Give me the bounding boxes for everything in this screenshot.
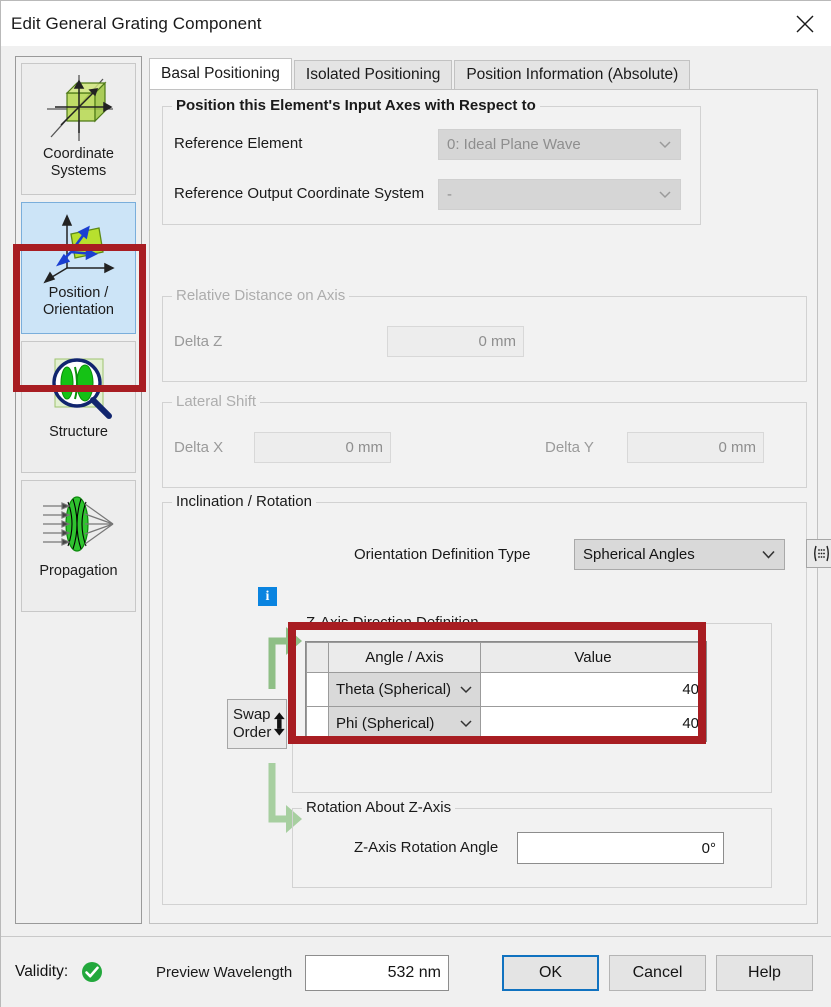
coordinate-systems-icon xyxy=(37,64,121,150)
tab-isolated-positioning[interactable]: Isolated Positioning xyxy=(293,60,453,89)
chevron-down-icon xyxy=(762,550,775,559)
sidebar-item-label: Propagation xyxy=(39,563,117,580)
tab-position-information-absolute[interactable]: Position Information (Absolute) xyxy=(454,60,691,89)
sidebar-item-propagation[interactable]: Propagation xyxy=(21,480,136,612)
chevron-down-icon xyxy=(460,685,472,693)
table-header-value: Value xyxy=(480,642,706,673)
row-selector-phi[interactable] xyxy=(306,706,329,741)
sidebar-item-label: Position / Orientation xyxy=(43,285,114,319)
orientation-definition-type-select[interactable]: Spherical Angles xyxy=(574,539,785,570)
close-icon xyxy=(796,15,813,32)
zaxis-rotation-angle-label: Z-Axis Rotation Angle xyxy=(354,839,499,856)
angle-axis-table: Angle / Axis Value Theta (Spherical) 40°… xyxy=(305,641,707,742)
delta-y-input[interactable]: 0 mm xyxy=(627,432,764,463)
table-row[interactable]: Theta (Spherical) 40° xyxy=(306,672,706,707)
relative-distance-legend: Relative Distance on Axis xyxy=(172,287,350,304)
preview-wavelength-input[interactable]: 532 nm xyxy=(305,955,449,991)
sidebar-item-structure[interactable]: Structure xyxy=(21,341,136,473)
zaxis-direction-definition-group: Z-Axis Direction Definition Angle / Axis… xyxy=(292,614,772,793)
reference-element-value: 0: Ideal Plane Wave xyxy=(447,136,581,153)
delta-x-input[interactable]: 0 mm xyxy=(254,432,391,463)
table-header-select xyxy=(306,642,329,673)
sidebar-label-line1: Structure xyxy=(49,424,108,440)
lateral-shift-group: Lateral Shift Delta X 0 mm Delta Y 0 mm xyxy=(162,393,807,488)
sidebar-label-line2: Systems xyxy=(50,163,107,179)
cancel-button[interactable]: Cancel xyxy=(609,955,706,991)
ok-button[interactable]: OK xyxy=(502,955,599,991)
inclination-rotation-legend: Inclination / Rotation xyxy=(172,493,316,510)
angle-axis-select-theta[interactable]: Theta (Spherical) xyxy=(328,672,481,707)
delta-z-input[interactable]: 0 mm xyxy=(387,326,524,357)
preview-wavelength-label: Preview Wavelength xyxy=(156,964,293,981)
validity-check-icon xyxy=(82,962,102,982)
rotation-about-zaxis-legend: Rotation About Z-Axis xyxy=(302,799,456,816)
tab-basal-positioning[interactable]: Basal Positioning xyxy=(149,58,292,89)
close-button[interactable] xyxy=(777,1,831,46)
swap-order-line2: Order xyxy=(233,724,272,741)
sidebar-label-line1: Propagation xyxy=(39,563,118,579)
chevron-down-icon xyxy=(460,719,472,727)
dialog-footer: Validity: Preview Wavelength 532 nm OK C… xyxy=(1,936,831,1007)
tab-page-basal-positioning: Position this Element's Input Axes with … xyxy=(149,89,831,924)
reference-output-cs-value: - xyxy=(447,186,452,203)
orientation-matrix-button[interactable] xyxy=(806,539,831,568)
delta-x-label: Delta X xyxy=(174,439,224,456)
rotation-about-zaxis-group: Rotation About Z-Axis Z-Axis Rotation An… xyxy=(292,799,772,888)
grid-matrix-icon xyxy=(813,545,829,562)
angle-value-phi-input[interactable]: 40° xyxy=(480,706,706,741)
angle-value-theta-input[interactable]: 40° xyxy=(480,672,706,707)
table-header-row: Angle / Axis Value xyxy=(306,642,706,673)
orientation-definition-type-label: Orientation Definition Type xyxy=(354,546,531,563)
angle-axis-value-theta: Theta (Spherical) xyxy=(336,681,452,698)
swap-order-button[interactable]: Swap Order xyxy=(227,699,287,749)
delta-z-label: Delta Z xyxy=(174,333,223,350)
info-icon[interactable]: i xyxy=(258,587,277,606)
zaxis-direction-legend: Z-Axis Direction Definition xyxy=(302,614,483,631)
sidebar-label-line2: Orientation xyxy=(43,302,114,318)
swap-arrows-icon xyxy=(274,712,286,736)
sidebar-item-label: Structure xyxy=(49,424,108,441)
table-header-angle-axis: Angle / Axis xyxy=(328,642,481,673)
chevron-down-icon xyxy=(659,140,671,148)
row-selector-theta[interactable] xyxy=(306,672,329,707)
validity-label: Validity: xyxy=(15,963,69,980)
title-bar: Edit General Grating Component xyxy=(1,1,831,46)
chevron-down-icon xyxy=(659,190,671,198)
angle-axis-select-phi[interactable]: Phi (Spherical) xyxy=(328,706,481,741)
help-button[interactable]: Help xyxy=(716,955,813,991)
sidebar: Coordinate Systems Position / Orientatio… xyxy=(15,56,142,924)
reference-element-label: Reference Element xyxy=(174,135,303,152)
sidebar-item-label: Coordinate Systems xyxy=(43,146,114,180)
reference-output-cs-label: Reference Output Coordinate System xyxy=(174,185,425,202)
swap-order-line1: Swap xyxy=(233,706,271,723)
dialog-body: Coordinate Systems Position / Orientatio… xyxy=(1,46,831,936)
structure-icon xyxy=(37,342,121,428)
sidebar-label-line1: Position / xyxy=(48,285,109,301)
orientation-definition-type-value: Spherical Angles xyxy=(583,546,695,563)
propagation-icon xyxy=(37,481,121,567)
lateral-shift-legend: Lateral Shift xyxy=(172,393,261,410)
reference-group-legend: Position this Element's Input Axes with … xyxy=(172,97,540,114)
swap-order-label: Swap Order xyxy=(233,706,271,742)
tab-strip: Basal Positioning Isolated Positioning P… xyxy=(149,58,818,89)
zaxis-rotation-angle-input[interactable]: 0° xyxy=(517,832,724,864)
inclination-rotation-group: Inclination / Rotation Orientation Defin… xyxy=(162,493,831,905)
window-title: Edit General Grating Component xyxy=(11,13,262,33)
edit-general-grating-component-dialog: Edit General Grating Component Coordinat… xyxy=(0,0,831,1007)
reference-element-select[interactable]: 0: Ideal Plane Wave xyxy=(438,129,681,160)
sidebar-label-line1: Coordinate xyxy=(43,146,114,162)
table-row[interactable]: Phi (Spherical) 40° xyxy=(306,706,706,741)
sidebar-item-position-orientation[interactable]: Position / Orientation xyxy=(21,202,136,334)
delta-y-label: Delta Y xyxy=(545,439,594,456)
reference-group: Position this Element's Input Axes with … xyxy=(162,97,701,225)
reference-output-cs-select[interactable]: - xyxy=(438,179,681,210)
relative-distance-group: Relative Distance on Axis Delta Z 0 mm xyxy=(162,287,807,382)
sidebar-item-coordinate-systems[interactable]: Coordinate Systems xyxy=(21,63,136,195)
position-orientation-icon xyxy=(37,203,121,289)
angle-axis-value-phi: Phi (Spherical) xyxy=(336,715,435,732)
